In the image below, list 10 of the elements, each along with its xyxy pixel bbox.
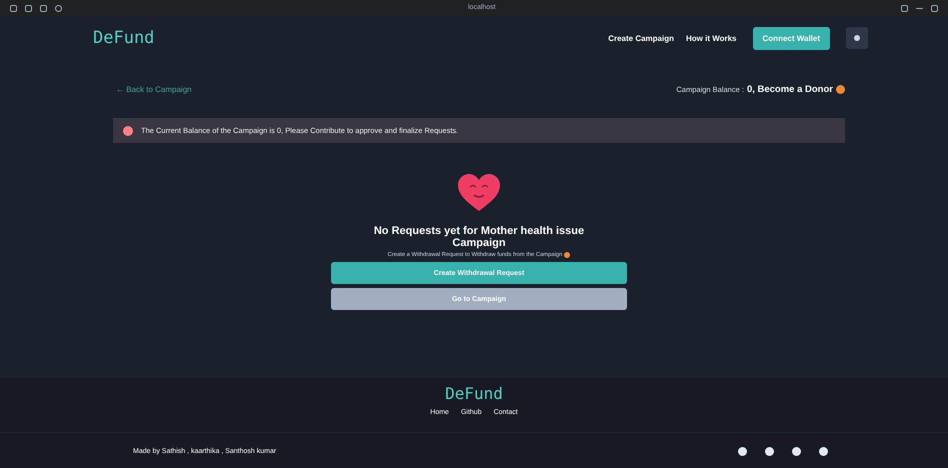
site-logo[interactable]: DeFund xyxy=(93,28,596,48)
empty-state-title: No Requests yet for Mother health issue Campaign xyxy=(372,225,586,249)
nav-link[interactable]: Create Campaign xyxy=(608,34,674,42)
nav-link[interactable]: How it Works xyxy=(686,34,737,42)
heart-icon xyxy=(457,173,501,213)
back-link[interactable]: ← Back to Campaign xyxy=(116,84,192,94)
footer-logo[interactable]: DeFund xyxy=(445,384,503,403)
theme-toggle-button[interactable] xyxy=(846,27,868,49)
balance-value: 0, Become a Donor xyxy=(746,84,833,94)
warning-icon xyxy=(123,126,133,136)
